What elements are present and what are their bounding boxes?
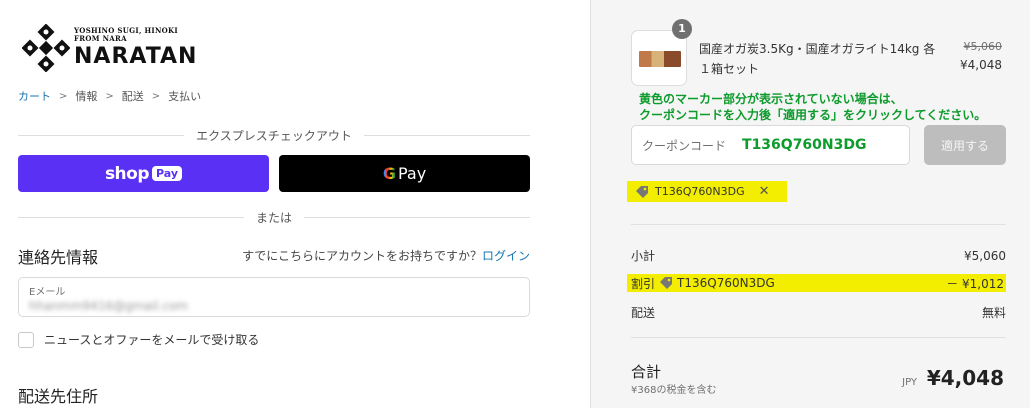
breadcrumb: カート > 情報 > 配送 > 支払い (18, 88, 201, 104)
login-link[interactable]: ログイン (482, 249, 530, 263)
or-divider: または (18, 209, 530, 226)
checkout-main: YOSHINO SUGI, HINOKI FROM NARA NARATAN カ… (0, 0, 590, 408)
newsletter-option[interactable]: ニュースとオファーをメールで受け取る (18, 331, 259, 348)
total-label: 合計 (631, 363, 662, 381)
logo-tagline: YOSHINO SUGI, HINOKI FROM NARA (74, 27, 178, 43)
express-checkout-label: エクスプレスチェックアウト (196, 129, 352, 143)
shipping-row: 配送 無料 (631, 304, 1006, 321)
tag-icon (636, 185, 648, 198)
google-pay-button[interactable]: G Pay (279, 155, 530, 192)
shipping-value: 無料 (981, 306, 1006, 320)
account-prompt-text: すでにこちらにアカウントをお持ちですか？ (242, 249, 482, 263)
breadcrumb-cart[interactable]: カート (18, 88, 51, 104)
contact-section-title: 連絡先情報 (18, 248, 99, 267)
logo-mark-icon (22, 24, 70, 72)
discount-value: － ¥1,012 (946, 276, 1004, 291)
tag-icon (660, 277, 673, 289)
discount-row: 割引 T136Q760N3DG － ¥1,012 (627, 274, 1006, 292)
newsletter-checkbox[interactable] (18, 331, 34, 348)
coupon-code-placeholder: クーポンコード (642, 138, 727, 153)
chevron-right-icon: > (151, 90, 161, 102)
total-price: ¥4,048 (926, 366, 1004, 390)
discount-code: T136Q760N3DG (677, 276, 775, 290)
applied-coupon-code: T136Q760N3DG (655, 185, 745, 198)
coupon-notice-line1: 黄色のマーカー部分が表示されていない場合は、 (639, 92, 903, 106)
summary-divider (631, 337, 1006, 338)
subtotal-value: ¥5,060 (964, 248, 1006, 263)
google-g-icon: G (382, 164, 396, 183)
logo-wordmark: NARATAN (74, 44, 198, 69)
product-price: ¥4,048 (960, 58, 1002, 72)
subtotal-row: 小計 ¥5,060 (631, 247, 1006, 264)
shipping-label: 配送 (631, 306, 656, 320)
remove-coupon-icon[interactable]: ✕ (759, 184, 770, 199)
google-pay-label: Pay (397, 164, 427, 183)
newsletter-label: ニュースとオファーをメールで受け取る (44, 333, 260, 347)
quantity-badge: 1 (672, 19, 692, 39)
product-image (639, 51, 681, 67)
coupon-code-input[interactable]: クーポンコード T136Q760N3DG (631, 125, 910, 165)
applied-coupon-chip: T136Q760N3DG ✕ (627, 181, 787, 202)
discount-info: 割引 T136Q760N3DG (631, 275, 775, 292)
subtotal-label: 小計 (631, 249, 656, 263)
shop-pay-wordmark: shop (104, 163, 150, 184)
discount-label: 割引 (631, 276, 656, 291)
product-name: 国産オガ炭3.5Kg・国産オガライト14kg 各１箱セット (699, 42, 936, 76)
email-field-value[interactable]: hhanmm9416@gmail.com (29, 299, 519, 313)
coupon-notice: 黄色のマーカー部分が表示されていない場合は、 クーポンコードを入力後「適用する」… (639, 91, 986, 123)
account-prompt: すでにこちらにアカウントをお持ちですか？ログイン (242, 247, 530, 264)
email-field-label: Eメール (29, 287, 66, 298)
breadcrumb-payment: 支払い (168, 90, 202, 103)
express-checkout-heading: エクスプレスチェックアウト (18, 127, 530, 144)
email-field[interactable]: Eメール hhanmm9416@gmail.com (18, 277, 530, 317)
breadcrumb-information: 情報 (75, 90, 98, 103)
coupon-notice-line2: クーポンコードを入力後「適用する」をクリックしてください。 (639, 108, 987, 122)
chevron-right-icon: > (105, 90, 114, 102)
apply-coupon-button[interactable]: 適用する (924, 125, 1006, 165)
order-summary: 1 国産オガ炭3.5Kg・国産オガライト14kg 各１箱セット ¥5,060 ¥… (590, 0, 1030, 408)
tax-note: ¥368の税金を含む (631, 385, 717, 396)
or-label: または (256, 211, 293, 225)
google-pay-wordmark: G Pay (383, 164, 426, 183)
currency-code: JPY (902, 377, 917, 388)
logo-tagline-line2: FROM NARA (74, 34, 127, 43)
breadcrumb-shipping: 配送 (121, 90, 144, 103)
product-original-price: ¥5,060 (963, 40, 1003, 53)
coupon-code-value: T136Q760N3DG (742, 137, 867, 153)
summary-divider (631, 224, 1006, 225)
naratan-logo[interactable]: YOSHINO SUGI, HINOKI FROM NARA NARATAN (22, 22, 212, 72)
shipping-address-title: 配送先住所 (18, 387, 99, 406)
shop-pay-button[interactable]: shop Pay (18, 155, 269, 192)
chevron-right-icon: > (59, 90, 68, 102)
shop-pay-badge: Pay (152, 166, 183, 181)
